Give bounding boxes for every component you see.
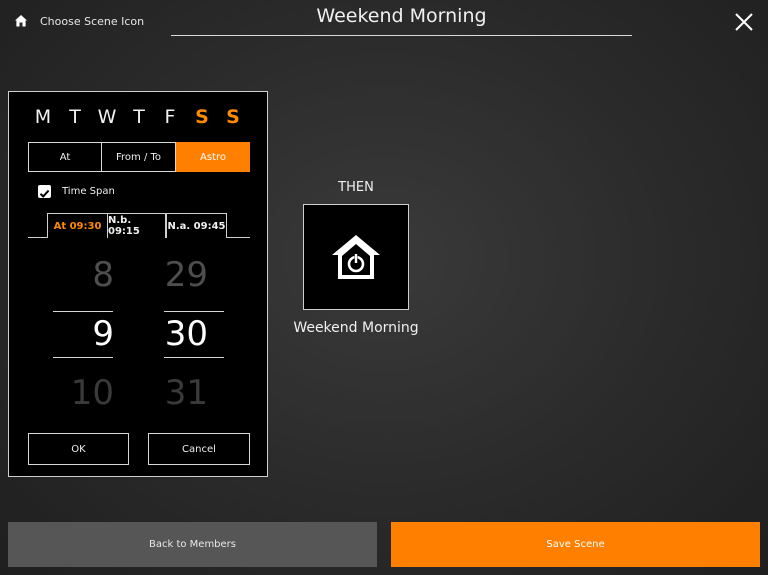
hour-selection-top-line xyxy=(53,311,113,312)
minute-selected[interactable]: 30 xyxy=(146,314,208,354)
save-scene-button[interactable]: Save Scene xyxy=(391,522,760,567)
page-title[interactable]: Weekend Morning xyxy=(171,5,632,27)
day-tuesday[interactable]: T xyxy=(65,106,85,128)
hour-selection-bottom-line xyxy=(53,357,113,358)
tab-na[interactable]: N.a. 09:45 xyxy=(166,213,227,238)
back-to-members-button[interactable]: Back to Members xyxy=(8,522,377,567)
mode-from-to-button[interactable]: From / To xyxy=(101,142,176,172)
tab-at[interactable]: At 09:30 xyxy=(47,213,107,238)
ok-button[interactable]: OK xyxy=(28,433,129,465)
close-icon[interactable] xyxy=(734,12,754,32)
mode-at-button[interactable]: At xyxy=(28,142,102,172)
hour-selected[interactable]: 9 xyxy=(52,314,114,354)
cancel-button[interactable]: Cancel xyxy=(148,433,250,465)
title-underline xyxy=(171,35,632,36)
day-friday[interactable]: F xyxy=(160,106,180,128)
day-saturday[interactable]: S xyxy=(192,106,212,128)
time-span-checkbox[interactable] xyxy=(38,185,51,198)
then-label: THEN xyxy=(338,180,374,195)
scene-tile[interactable] xyxy=(303,204,409,310)
hour-next[interactable]: 10 xyxy=(52,373,114,407)
minute-prev[interactable]: 29 xyxy=(146,255,208,295)
day-monday[interactable]: M xyxy=(33,106,53,128)
mode-astro-button[interactable]: Astro xyxy=(176,142,250,172)
minute-selection-bottom-line xyxy=(164,357,224,358)
minute-next[interactable]: 31 xyxy=(146,373,208,407)
tab-nb[interactable]: N.b. 09:15 xyxy=(107,213,166,238)
hour-prev[interactable]: 8 xyxy=(52,255,114,295)
day-wednesday[interactable]: W xyxy=(97,106,117,128)
day-thursday[interactable]: T xyxy=(129,106,149,128)
minute-selection-top-line xyxy=(164,311,224,312)
home-power-icon xyxy=(332,235,380,279)
scene-name: Weekend Morning xyxy=(293,320,419,336)
time-span-label: Time Span xyxy=(62,186,115,197)
choose-scene-icon-link[interactable]: Choose Scene Icon xyxy=(40,15,144,28)
home-icon[interactable] xyxy=(14,13,28,27)
day-sunday[interactable]: S xyxy=(223,106,243,128)
